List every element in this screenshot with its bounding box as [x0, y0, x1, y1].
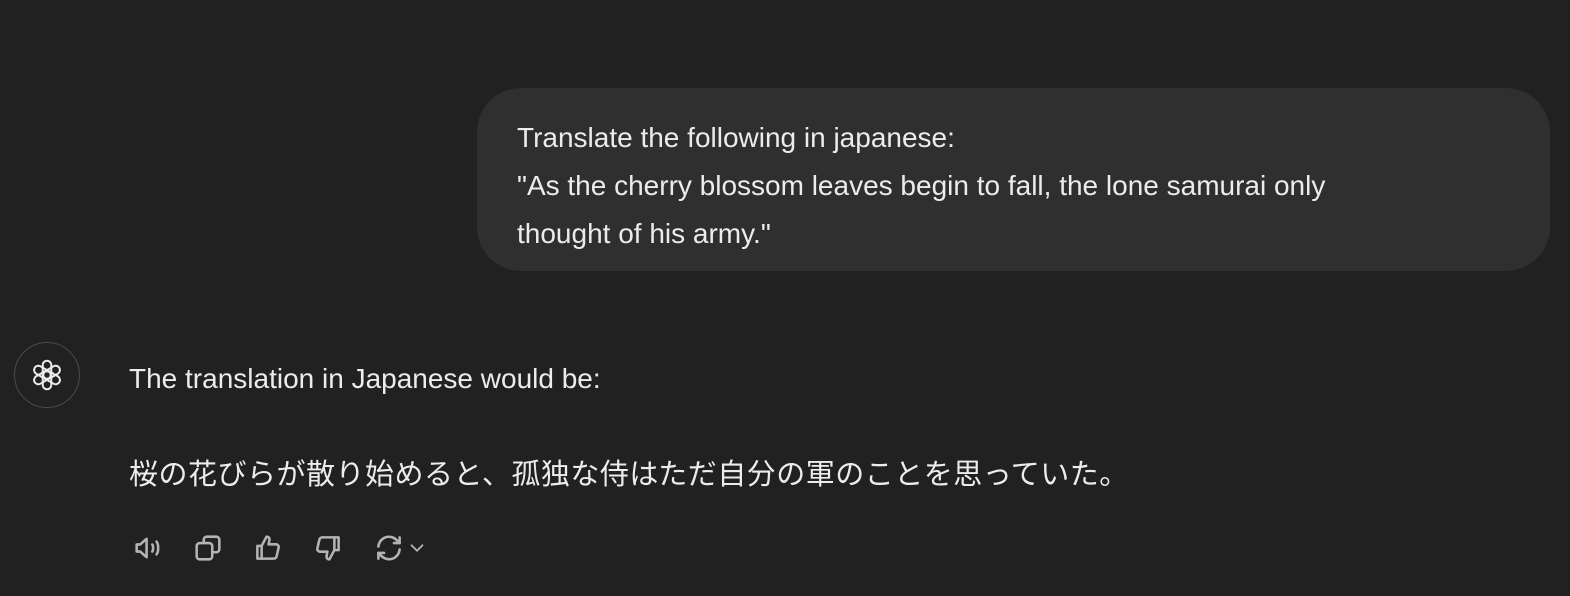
assistant-message: The translation in Japanese would be: 桜の…: [129, 356, 1129, 497]
regenerate-icon: [377, 535, 401, 561]
read-aloud-button[interactable]: [128, 528, 168, 568]
thumbs-up-button[interactable]: [248, 528, 288, 568]
thumbs-up-icon: [256, 535, 280, 560]
user-message-line: Translate the following in japanese:: [517, 122, 955, 153]
openai-logo-icon: [33, 359, 61, 391]
message-action-bar: [128, 528, 432, 568]
assistant-intro-text: The translation in Japanese would be:: [129, 363, 601, 394]
user-message-line: "As the cherry blossom leaves begin to f…: [517, 170, 1326, 201]
assistant-translation-text: 桜の花びらが散り始めると、孤独な侍はただ自分の軍のことを思っていた。: [129, 457, 1129, 491]
speaker-icon: [135, 537, 160, 559]
thumbs-down-icon: [316, 536, 340, 561]
copy-icon: [195, 535, 221, 561]
user-message-line: thought of his army.": [517, 218, 771, 249]
thumbs-down-button[interactable]: [308, 528, 348, 568]
chevron-down-icon: [410, 544, 424, 552]
copy-button[interactable]: [188, 528, 228, 568]
assistant-avatar: [14, 342, 80, 408]
regenerate-button[interactable]: [368, 528, 432, 568]
user-message-bubble: Translate the following in japanese: "As…: [477, 88, 1550, 271]
